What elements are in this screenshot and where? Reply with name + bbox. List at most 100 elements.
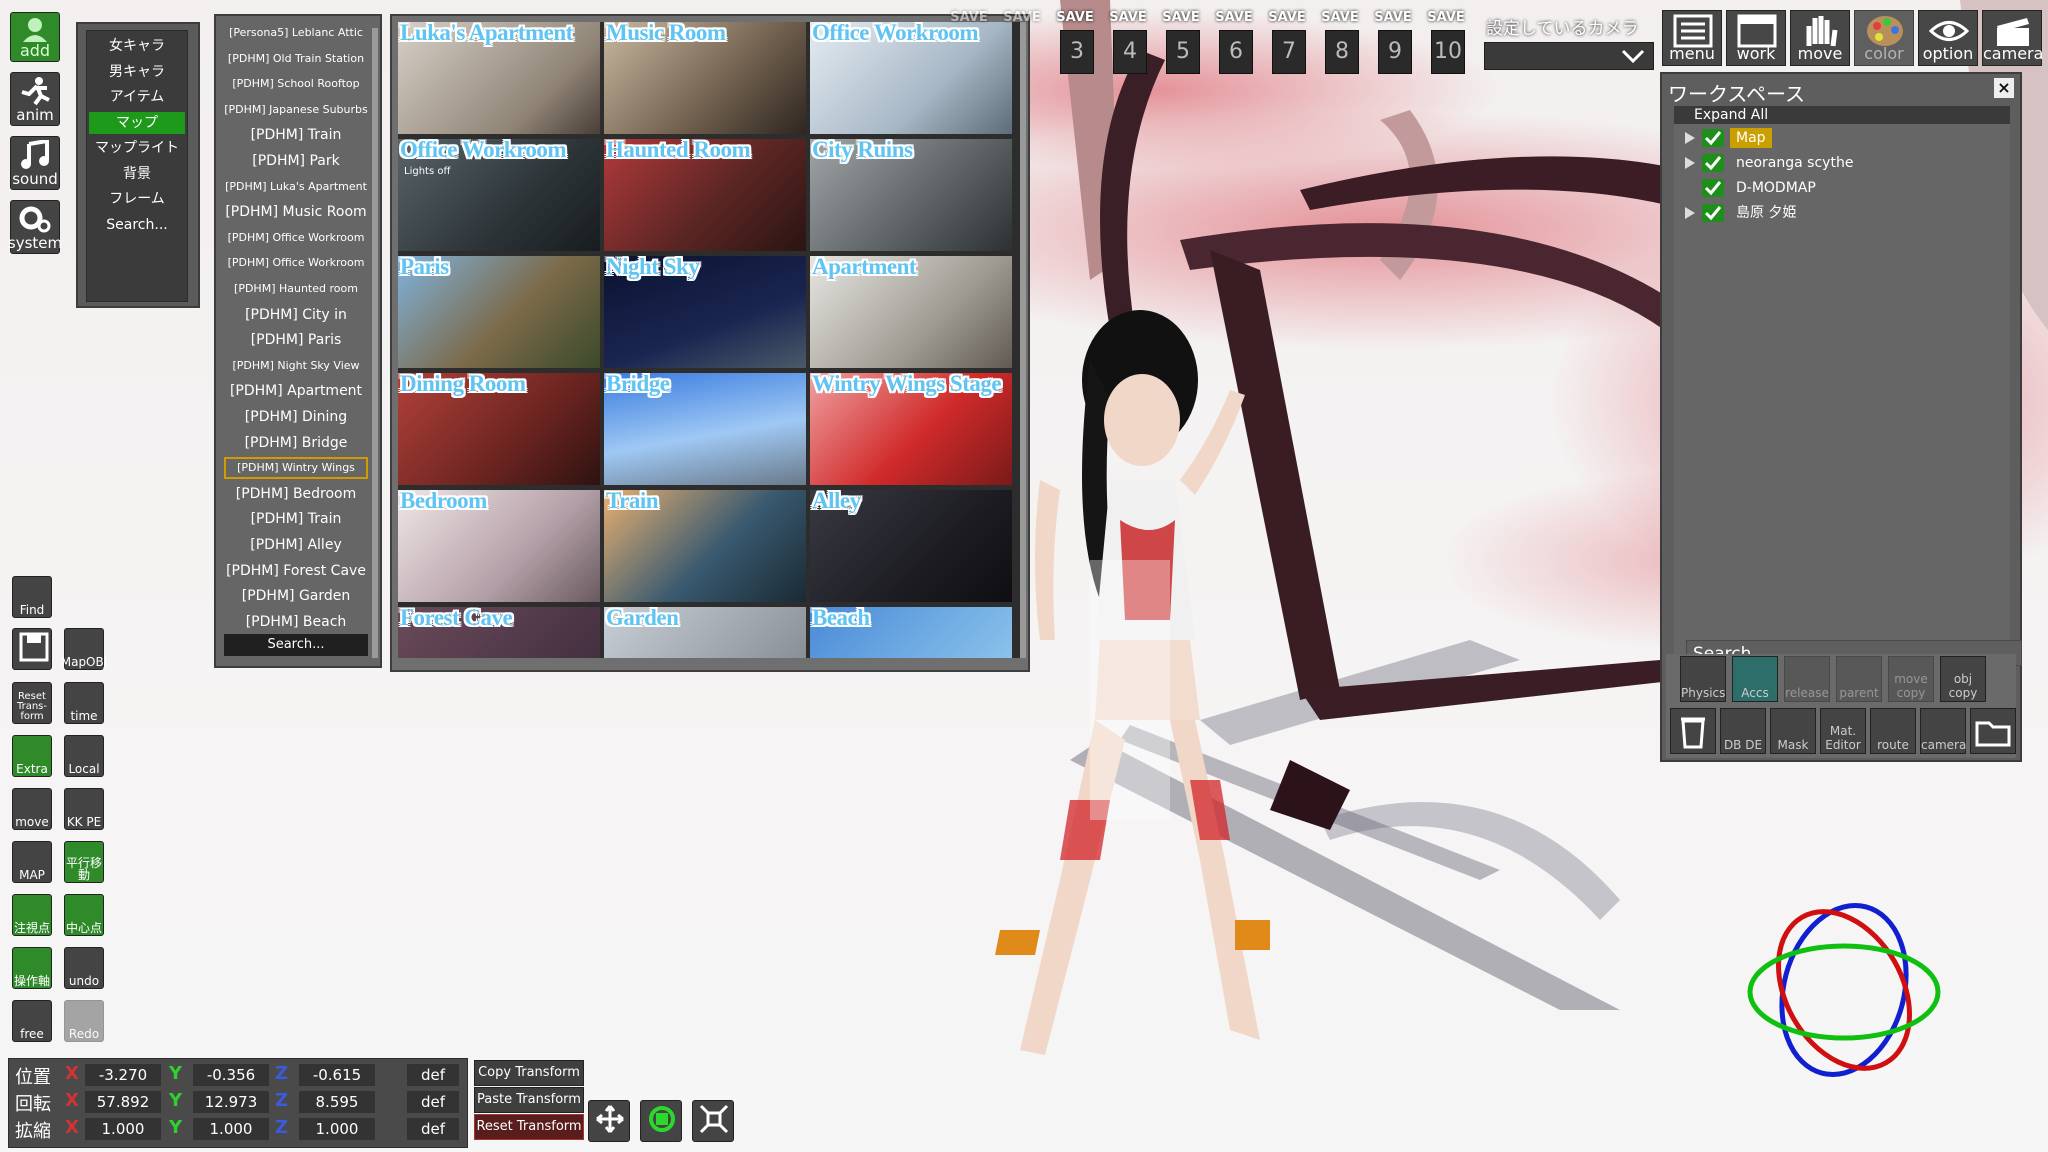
sound-button[interactable]: sound xyxy=(10,136,60,190)
map-list-item[interactable]: [PDHM] Luka's Apartment xyxy=(224,176,368,198)
map-thumbnail[interactable]: Luka's Apartment xyxy=(398,22,600,134)
category-item[interactable]: 背景 xyxy=(89,163,185,185)
redo-button[interactable]: Redo xyxy=(64,1000,104,1042)
save-slot[interactable]: SAVE 6 xyxy=(1209,10,1259,74)
thumbnail-grid-scrollbar[interactable] xyxy=(1020,22,1026,658)
map-list-item[interactable]: [PDHM] Japanese Suburbs xyxy=(224,99,368,121)
operation-axis-button[interactable]: 操作軸 xyxy=(12,947,52,989)
transform-z-field[interactable]: 1.000 xyxy=(299,1118,375,1140)
workspace-tool-button[interactable]: obj copy xyxy=(1940,656,1986,702)
reset-transform-button[interactable]: Reset Transform xyxy=(474,1114,584,1140)
map-list-item[interactable]: [PDHM] Train Station xyxy=(224,124,368,146)
save-slot[interactable]: SAVE 10 xyxy=(1421,10,1471,74)
save-slot[interactable]: SAVE xyxy=(944,10,994,74)
workspace-tool-button[interactable]: route xyxy=(1870,708,1916,754)
anim-button[interactable]: anim xyxy=(10,72,60,126)
workspace-tool-button[interactable]: release xyxy=(1784,656,1830,702)
save-slot[interactable]: SAVE xyxy=(997,10,1047,74)
map-thumbnail[interactable]: Night Sky xyxy=(604,256,806,368)
map-thumbnail[interactable]: Paris xyxy=(398,256,600,368)
map-list-item[interactable]: [PDHM] Music Room xyxy=(224,201,368,223)
move-gizmo-button[interactable] xyxy=(588,1100,630,1142)
map-list-item[interactable]: [PDHM] Old Train Station xyxy=(224,48,368,70)
save-slot[interactable]: SAVE 7 xyxy=(1262,10,1312,74)
paste-transform-button[interactable]: Paste Transform xyxy=(474,1087,584,1113)
expand-arrow-icon[interactable] xyxy=(1684,206,1696,226)
center-point-button[interactable]: 中心点 xyxy=(64,894,104,936)
category-item[interactable]: Search... xyxy=(89,214,185,236)
map-list-item[interactable]: [PDHM] Office Workroom A xyxy=(224,227,368,249)
map-list-item[interactable]: [PDHM] Apartment xyxy=(224,380,368,402)
expand-arrow-icon[interactable] xyxy=(1684,156,1696,176)
transform-y-field[interactable]: -0.356 xyxy=(193,1064,269,1086)
category-item[interactable]: アイテム xyxy=(89,86,185,108)
parallel-move-button[interactable]: 平行移動 xyxy=(64,841,104,883)
map-list-item[interactable]: [PDHM] Haunted room xyxy=(224,278,368,300)
category-item[interactable]: フレーム xyxy=(89,188,185,210)
workspace-item[interactable]: D-MODMAP xyxy=(1684,178,2004,198)
map-thumbnail[interactable]: Forest Cave xyxy=(398,607,600,658)
transform-x-field[interactable]: 57.892 xyxy=(85,1091,161,1113)
find-button[interactable]: Find xyxy=(12,576,52,618)
color-button[interactable]: color xyxy=(1854,10,1914,66)
save-slot[interactable]: SAVE 3 xyxy=(1050,10,1100,74)
move-button[interactable]: move xyxy=(1790,10,1850,66)
map-list-item[interactable]: [PDHM] Garden xyxy=(224,585,368,607)
category-item[interactable]: マップ xyxy=(89,111,185,134)
workspace-tool-button[interactable]: move copy xyxy=(1888,656,1934,702)
map-thumbnail[interactable]: Garden xyxy=(604,607,806,658)
save-slot[interactable]: SAVE 8 xyxy=(1315,10,1365,74)
map-list-item[interactable]: [Persona5] Leblanc Attic xyxy=(224,22,368,44)
workspace-tool-button[interactable] xyxy=(1970,708,2016,754)
visibility-checkbox[interactable] xyxy=(1702,129,1724,147)
time-button[interactable]: time xyxy=(64,682,104,724)
map-thumbnail[interactable]: Alley xyxy=(810,490,1012,602)
expand-arrow-icon[interactable] xyxy=(1684,131,1696,151)
map-thumbnail[interactable]: Dining Room xyxy=(398,373,600,485)
map-thumbnail[interactable]: Apartment xyxy=(810,256,1012,368)
visibility-checkbox[interactable] xyxy=(1702,154,1724,172)
workspace-tool-button[interactable] xyxy=(1670,708,1716,754)
transform-z-field[interactable]: -0.615 xyxy=(299,1064,375,1086)
category-item[interactable]: マップライト xyxy=(89,137,185,159)
add-button[interactable]: add xyxy=(10,12,60,62)
workspace-item[interactable]: 島原 夕姫 xyxy=(1684,203,2004,223)
transform-default-button[interactable]: def xyxy=(407,1091,459,1113)
transform-x-field[interactable]: 1.000 xyxy=(85,1118,161,1140)
map-thumbnail[interactable]: City Ruins xyxy=(810,139,1012,251)
transform-y-field[interactable]: 1.000 xyxy=(193,1118,269,1140)
map-thumbnail[interactable]: Bridge xyxy=(604,373,806,485)
save-slot[interactable]: SAVE 4 xyxy=(1103,10,1153,74)
transform-y-field[interactable]: 12.973 xyxy=(193,1091,269,1113)
category-item[interactable]: 男キャラ xyxy=(89,61,185,83)
map-list-item[interactable]: [PDHM] Paris xyxy=(224,329,368,351)
expand-all-button[interactable]: Expand All xyxy=(1674,106,2010,124)
map-button[interactable]: MAP xyxy=(12,841,52,883)
workspace-item[interactable]: neoranga scythe xyxy=(1684,153,2004,173)
map-list-item[interactable]: [PDHM] Bridge xyxy=(224,432,368,454)
map-list-item[interactable]: [PDHM] Office Workroom B xyxy=(224,252,368,274)
map-thumbnail[interactable]: Bedroom xyxy=(398,490,600,602)
move-mode-button[interactable]: move xyxy=(12,788,52,830)
map-list-item[interactable]: [PDHM] City in Ruins xyxy=(224,304,368,326)
map-list-item[interactable]: [PDHM] Train xyxy=(224,508,368,530)
map-list-item[interactable]: [PDHM] School Rooftop xyxy=(224,73,368,95)
target-point-button[interactable]: 注視点 xyxy=(12,894,52,936)
transform-z-field[interactable]: 8.595 xyxy=(299,1091,375,1113)
transform-x-field[interactable]: -3.270 xyxy=(85,1064,161,1086)
map-list-item[interactable]: [PDHM] Dining Room xyxy=(224,406,368,428)
map-list-item[interactable]: [PDHM] Beach xyxy=(224,611,368,633)
map-thumbnail[interactable]: Train xyxy=(604,490,806,602)
free-camera-button[interactable]: free xyxy=(12,1000,52,1042)
workspace-tool-button[interactable]: DB DE xyxy=(1720,708,1766,754)
save-scene-button[interactable] xyxy=(12,628,52,670)
workspace-tool-button[interactable]: Mat. Editor xyxy=(1820,708,1866,754)
local-button[interactable]: Local xyxy=(64,735,104,777)
visibility-checkbox[interactable] xyxy=(1702,204,1724,222)
kkpe-button[interactable]: KK PE xyxy=(64,788,104,830)
workspace-item[interactable]: Map xyxy=(1684,128,2004,148)
menu-button[interactable]: menu xyxy=(1662,10,1722,66)
work-button[interactable]: work xyxy=(1726,10,1786,66)
reset-transform-side-button[interactable]: Reset Trans-form xyxy=(12,682,52,724)
option-button[interactable]: option xyxy=(1918,10,1978,66)
